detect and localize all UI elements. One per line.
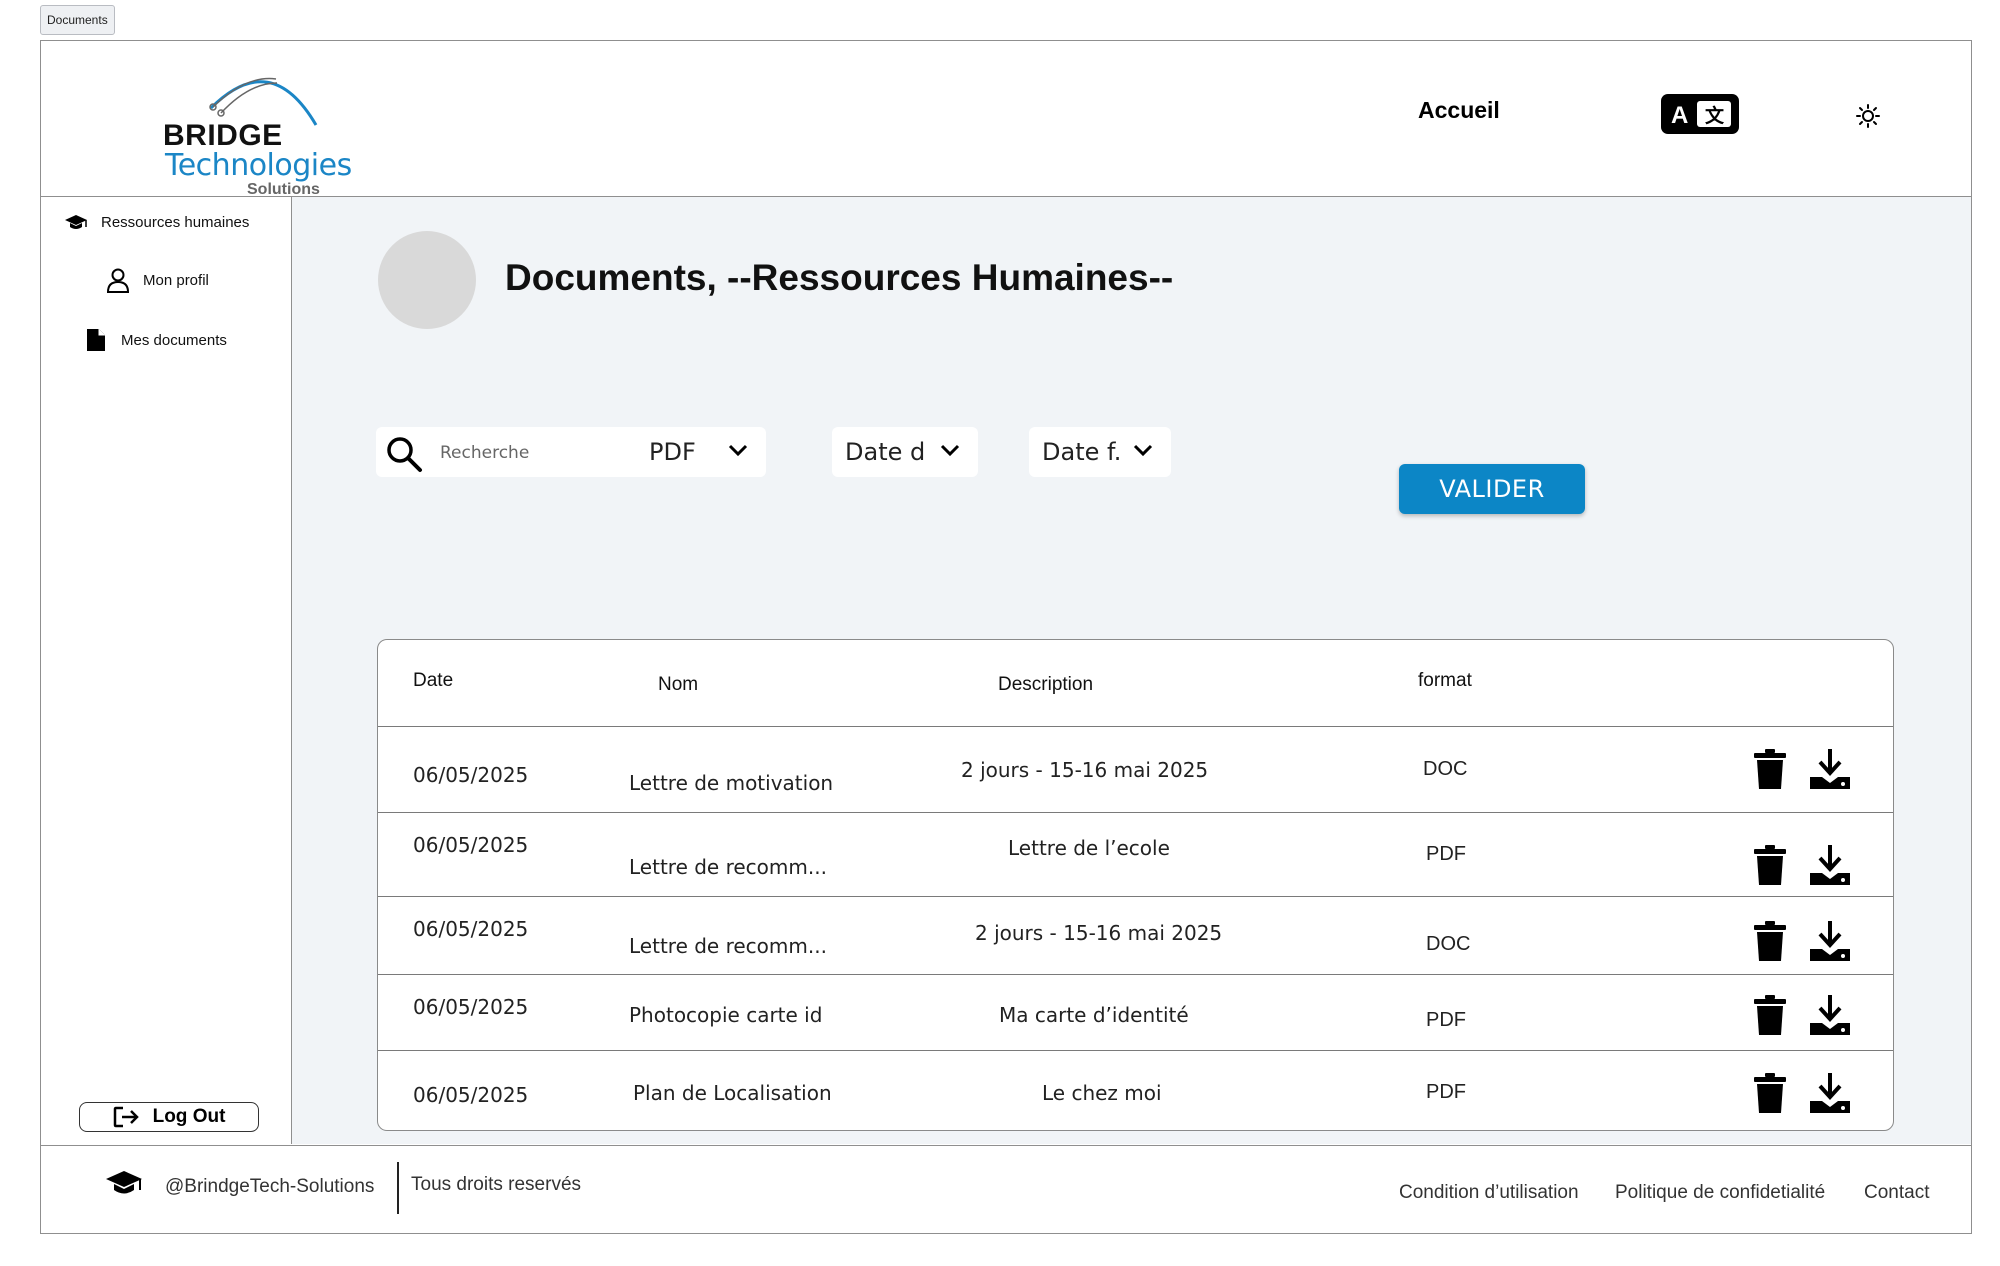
- table-row: 06/05/2025 Plan de Localisation Le chez …: [378, 1050, 1893, 1130]
- column-header-description: Description: [998, 674, 1094, 695]
- cell-date: 06/05/2025: [413, 917, 529, 941]
- logout-button[interactable]: Log Out: [79, 1102, 259, 1132]
- column-header-date: Date: [413, 670, 454, 691]
- date-end-value: Date f.: [1042, 438, 1122, 466]
- app-frame: BRIDGE Technologies Solutions Accueil A …: [40, 40, 1972, 1234]
- download-icon: [1810, 749, 1850, 789]
- trash-icon: [1754, 1073, 1786, 1113]
- nav-home-link[interactable]: Accueil: [1418, 97, 1500, 124]
- logo-text-technologies: Technologies: [165, 148, 352, 183]
- date-end-select[interactable]: Date f.: [1029, 427, 1171, 477]
- date-start-value: Date d: [845, 438, 926, 466]
- column-header-format: format: [1418, 670, 1472, 691]
- chevron-down-icon: [1133, 444, 1153, 457]
- sidebar-item-mon-profil[interactable]: Mon profil: [105, 267, 209, 293]
- cell-description: Le chez moi: [1042, 1081, 1162, 1105]
- logout-label: Log Out: [152, 1106, 226, 1127]
- trash-icon: [1754, 921, 1786, 961]
- delete-button[interactable]: [1750, 1071, 1790, 1115]
- trash-icon: [1754, 995, 1786, 1035]
- download-icon: [1810, 921, 1850, 961]
- cell-format: PDF: [1426, 1009, 1466, 1031]
- cell-description: Ma carte d’identité: [999, 1003, 1189, 1027]
- delete-button[interactable]: [1750, 747, 1790, 791]
- trash-icon: [1754, 749, 1786, 789]
- graduation-cap-icon: [105, 1168, 143, 1203]
- svg-text:文: 文: [1705, 104, 1725, 127]
- footer-divider: [397, 1162, 399, 1214]
- sun-icon: [1856, 104, 1880, 128]
- delete-button[interactable]: [1750, 993, 1790, 1037]
- cell-format: DOC: [1426, 933, 1471, 955]
- footer-rights: Tous droits reservés: [411, 1174, 582, 1195]
- cell-description: 2 jours - 15-16 mai 2025: [961, 758, 1209, 782]
- avatar: [378, 231, 476, 329]
- download-button[interactable]: [1808, 919, 1850, 963]
- table-row: 06/05/2025 Lettre de recomm... 2 jours -…: [378, 896, 1893, 975]
- cell-date: 06/05/2025: [413, 1083, 529, 1107]
- sidebar-item-label: Ressources humaines: [101, 213, 250, 231]
- chevron-down-icon: [728, 444, 748, 457]
- date-start-select[interactable]: Date d: [832, 427, 978, 477]
- download-icon: [1810, 995, 1850, 1035]
- sidebar-item-ressources-humaines[interactable]: Ressources humaines: [63, 209, 249, 235]
- cell-format: DOC: [1423, 758, 1468, 780]
- footer: @BrindgeTech-Solutions Tous droits reser…: [41, 1145, 1971, 1233]
- cell-date: 06/05/2025: [413, 763, 529, 787]
- download-icon: [1810, 845, 1850, 885]
- search-icon: [384, 434, 424, 479]
- delete-button[interactable]: [1750, 843, 1790, 887]
- company-logo[interactable]: BRIDGE Technologies Solutions: [151, 63, 361, 198]
- translate-button[interactable]: A 文: [1661, 94, 1739, 134]
- footer-link-contact[interactable]: Contact: [1864, 1182, 1929, 1204]
- footer-handle: @BrindgeTech-Solutions: [165, 1176, 375, 1197]
- cell-date: 06/05/2025: [413, 833, 529, 857]
- translate-icon: A 文: [1671, 101, 1731, 129]
- sidebar-item-label: Mon profil: [143, 271, 209, 289]
- sidebar-item-label: Mes documents: [121, 331, 227, 349]
- sidebar-item-mes-documents[interactable]: Mes documents: [83, 327, 227, 353]
- tab-documents[interactable]: Documents: [40, 5, 115, 35]
- graduation-cap-icon: [63, 209, 89, 235]
- table-row: 06/05/2025 Lettre de motivation 2 jours …: [378, 726, 1893, 813]
- download-button[interactable]: [1808, 747, 1850, 791]
- format-select[interactable]: PDF: [636, 427, 766, 477]
- cell-description: Lettre de l’ecole: [1008, 836, 1170, 860]
- cell-name: Plan de Localisation: [633, 1081, 832, 1105]
- delete-button[interactable]: [1750, 919, 1790, 963]
- cell-name: Photocopie carte id: [629, 1003, 823, 1027]
- svg-text:A: A: [1671, 102, 1688, 129]
- cell-name: Lettre de motivation: [629, 771, 834, 795]
- cell-description: 2 jours - 15-16 mai 2025: [975, 921, 1223, 945]
- submit-button[interactable]: VALIDER: [1399, 464, 1585, 514]
- table-row: 06/05/2025 Photocopie carte id Ma carte …: [378, 974, 1893, 1051]
- trash-icon: [1754, 845, 1786, 885]
- sidebar: Ressources humaines Mon profil Mes docum…: [41, 197, 292, 1144]
- cell-date: 06/05/2025: [413, 995, 529, 1019]
- download-button[interactable]: [1808, 1071, 1850, 1115]
- chevron-down-icon: [940, 444, 960, 457]
- footer-link-privacy[interactable]: Politique de confidetialité: [1615, 1182, 1825, 1204]
- logout-icon: [113, 1106, 139, 1128]
- user-icon: [105, 267, 131, 293]
- theme-toggle-button[interactable]: [1855, 103, 1881, 129]
- download-icon: [1810, 1073, 1850, 1113]
- cell-name: Lettre de recomm...: [629, 855, 827, 879]
- download-button[interactable]: [1808, 993, 1850, 1037]
- download-button[interactable]: [1808, 843, 1850, 887]
- cell-name: Lettre de recomm...: [629, 934, 827, 958]
- table-row: 06/05/2025 Lettre de recomm... Lettre de…: [378, 812, 1893, 897]
- footer-link-terms[interactable]: Condition d’utilisation: [1399, 1182, 1579, 1204]
- cell-format: PDF: [1426, 1081, 1466, 1103]
- documents-table: Date Nom Description format 06/05/2025 L…: [377, 639, 1894, 1131]
- top-header: BRIDGE Technologies Solutions Accueil A …: [41, 41, 1971, 198]
- main-content: Documents, --Ressources Humaines-- PDF D…: [292, 197, 1971, 1144]
- column-header-name: Nom: [658, 674, 699, 695]
- document-icon: [83, 327, 109, 353]
- format-select-value: PDF: [649, 438, 696, 466]
- cell-format: PDF: [1426, 843, 1466, 865]
- page-title: Documents, --Ressources Humaines--: [505, 257, 1174, 298]
